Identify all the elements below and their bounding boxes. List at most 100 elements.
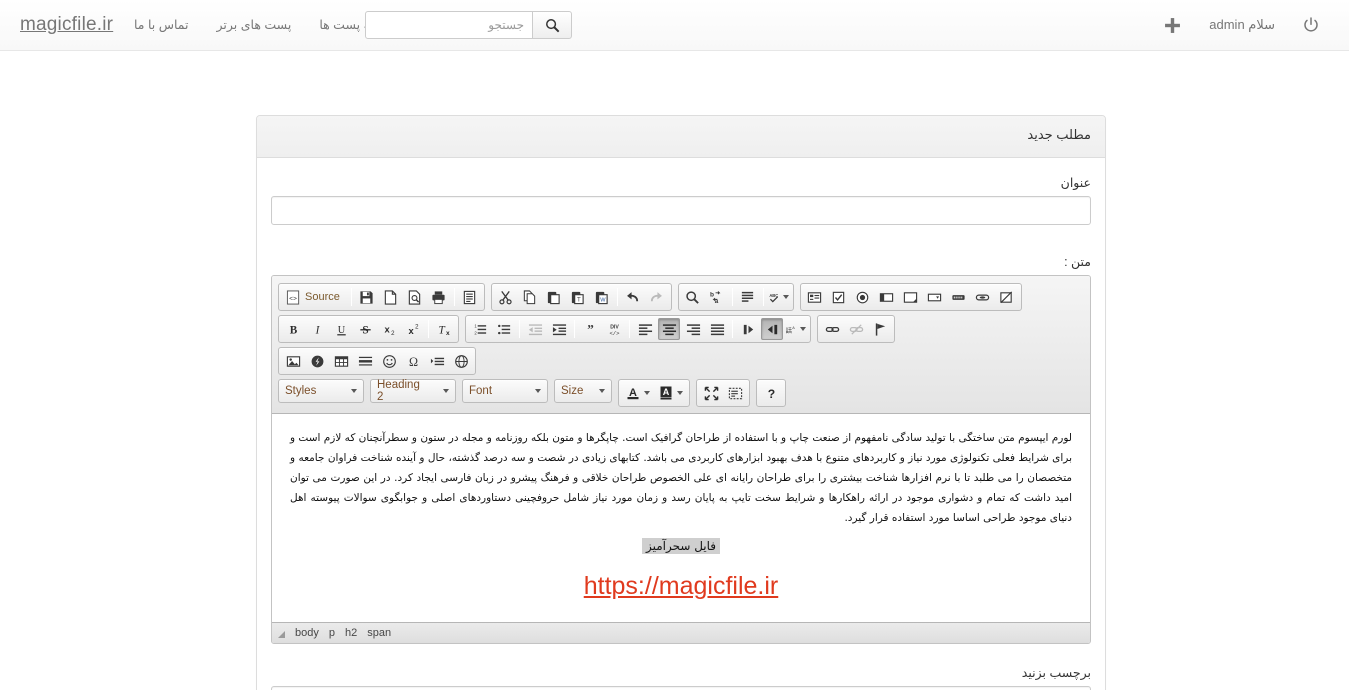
- paste-text-button[interactable]: T: [567, 286, 589, 308]
- hidden-field-button[interactable]: [996, 286, 1018, 308]
- subscript-button[interactable]: x 2: [378, 318, 400, 340]
- toolbar-row-4: Styles Heading 2 Font Size A A ?: [275, 377, 1087, 409]
- user-greeting-label: سلام admin: [1209, 17, 1275, 32]
- numbered-list-button[interactable]: 1 2: [469, 318, 491, 340]
- search-input[interactable]: [365, 11, 533, 39]
- title-input[interactable]: [271, 196, 1091, 225]
- paste-word-button[interactable]: W: [591, 286, 613, 308]
- bgcolor-icon: A: [660, 386, 672, 400]
- rtl-icon: [767, 324, 777, 334]
- sidebar-item-top-posts[interactable]: پست های برتر: [203, 0, 306, 50]
- button-field-button[interactable]: [948, 286, 970, 308]
- resize-handle-icon[interactable]: [278, 631, 285, 638]
- create-div-button[interactable]: DIV </>: [603, 318, 625, 340]
- bulleted-list-button[interactable]: [493, 318, 515, 340]
- redo-button[interactable]: [646, 286, 668, 308]
- bold-button[interactable]: B: [282, 318, 304, 340]
- rtl-button[interactable]: [761, 318, 783, 340]
- select-all-button[interactable]: [737, 286, 759, 308]
- path-item-body[interactable]: body: [290, 627, 324, 639]
- path-item-span[interactable]: span: [362, 627, 396, 639]
- strike-button[interactable]: S: [354, 318, 376, 340]
- separator: [762, 288, 764, 306]
- language-button[interactable]: 話 A: [785, 318, 807, 340]
- unlink-button[interactable]: [845, 318, 867, 340]
- iframe-button[interactable]: [450, 350, 472, 372]
- replace-button[interactable]: b a: [706, 286, 728, 308]
- ltr-icon: [743, 324, 753, 334]
- editor-content-area[interactable]: لورم ایپسوم متن ساختگی با تولید سادگی نا…: [272, 414, 1090, 622]
- show-blocks-button[interactable]: [724, 382, 746, 404]
- italic-button[interactable]: I: [306, 318, 328, 340]
- path-item-h2[interactable]: h2: [340, 627, 362, 639]
- ltr-button[interactable]: [737, 318, 759, 340]
- undo-button[interactable]: [622, 286, 644, 308]
- pastetext-icon: T: [572, 291, 585, 304]
- page-break-button[interactable]: [426, 350, 448, 372]
- tags-input[interactable]: [271, 686, 1091, 690]
- justify-button[interactable]: [706, 318, 728, 340]
- align-left-button[interactable]: [634, 318, 656, 340]
- logout-button[interactable]: [1289, 0, 1333, 50]
- new-page-button[interactable]: [380, 286, 402, 308]
- separator: [616, 288, 618, 306]
- spellcheck-button[interactable]: ABC: [768, 286, 790, 308]
- bg-color-button[interactable]: A: [655, 382, 686, 404]
- toolbar-row-2: B I U S x 2 x 2 T x 1 2 ” DIV </> 話 A: [275, 313, 1087, 345]
- editor-link[interactable]: https://magicfile.ir: [584, 572, 779, 600]
- outdent-button[interactable]: [524, 318, 546, 340]
- paste-button[interactable]: [543, 286, 565, 308]
- editing-toolgroup: b a ABC: [677, 283, 794, 311]
- copy-button[interactable]: [519, 286, 541, 308]
- special-char-button[interactable]: Ω: [402, 350, 424, 372]
- maximize-button[interactable]: [700, 382, 722, 404]
- nav-links: همه پست ها پست های برتر تماس با ما: [120, 0, 398, 50]
- font-combo[interactable]: Font: [462, 379, 548, 403]
- indent-button[interactable]: [548, 318, 570, 340]
- textarea-button[interactable]: [900, 286, 922, 308]
- brand-logo[interactable]: magicfile.ir: [20, 12, 113, 38]
- format-combo[interactable]: Heading 2: [370, 379, 456, 403]
- blockquote-button[interactable]: ”: [579, 318, 601, 340]
- path-item-p[interactable]: p: [324, 627, 340, 639]
- link-button[interactable]: [821, 318, 843, 340]
- tools-toolgroup: [696, 379, 750, 407]
- styles-combo[interactable]: Styles: [278, 379, 364, 403]
- smiley-button[interactable]: [378, 350, 400, 372]
- flash-button[interactable]: [306, 350, 328, 372]
- preview-button[interactable]: [404, 286, 426, 308]
- sidebar-item-contact-us[interactable]: تماس با ما: [120, 0, 203, 50]
- size-combo[interactable]: Size: [554, 379, 612, 403]
- cut-icon: [499, 290, 513, 304]
- source-button[interactable]: <> Source: [282, 286, 347, 308]
- image-button-button[interactable]: [972, 286, 994, 308]
- image-button[interactable]: [282, 350, 304, 372]
- align-center-button[interactable]: [658, 318, 680, 340]
- templates-button[interactable]: [459, 286, 481, 308]
- anchor-button[interactable]: [869, 318, 891, 340]
- find-button[interactable]: [682, 286, 704, 308]
- checkbox-button[interactable]: [828, 286, 850, 308]
- outdent-icon: [528, 323, 542, 335]
- save-button[interactable]: [356, 286, 378, 308]
- underline-button[interactable]: U: [330, 318, 352, 340]
- horizontal-rule-button[interactable]: [354, 350, 376, 372]
- user-greeting[interactable]: سلام admin: [1195, 0, 1289, 50]
- text-color-button[interactable]: A: [622, 382, 653, 404]
- select-field-button[interactable]: [924, 286, 946, 308]
- superscript-button[interactable]: x 2: [402, 318, 424, 340]
- cut-button[interactable]: [495, 286, 517, 308]
- table-button[interactable]: [330, 350, 352, 372]
- textarea-icon: [904, 291, 918, 303]
- align-right-button[interactable]: [682, 318, 704, 340]
- add-post-button[interactable]: [1150, 0, 1195, 50]
- text-field-button[interactable]: [876, 286, 898, 308]
- remove-format-button[interactable]: T x: [433, 318, 455, 340]
- rich-text-editor: <> Source T W b a ABC B I U S x 2 x 2 T …: [271, 275, 1091, 644]
- form-button[interactable]: [804, 286, 826, 308]
- print-button[interactable]: [428, 286, 450, 308]
- search-button[interactable]: [532, 11, 572, 39]
- radio-button[interactable]: [852, 286, 874, 308]
- about-button[interactable]: ?: [760, 382, 782, 404]
